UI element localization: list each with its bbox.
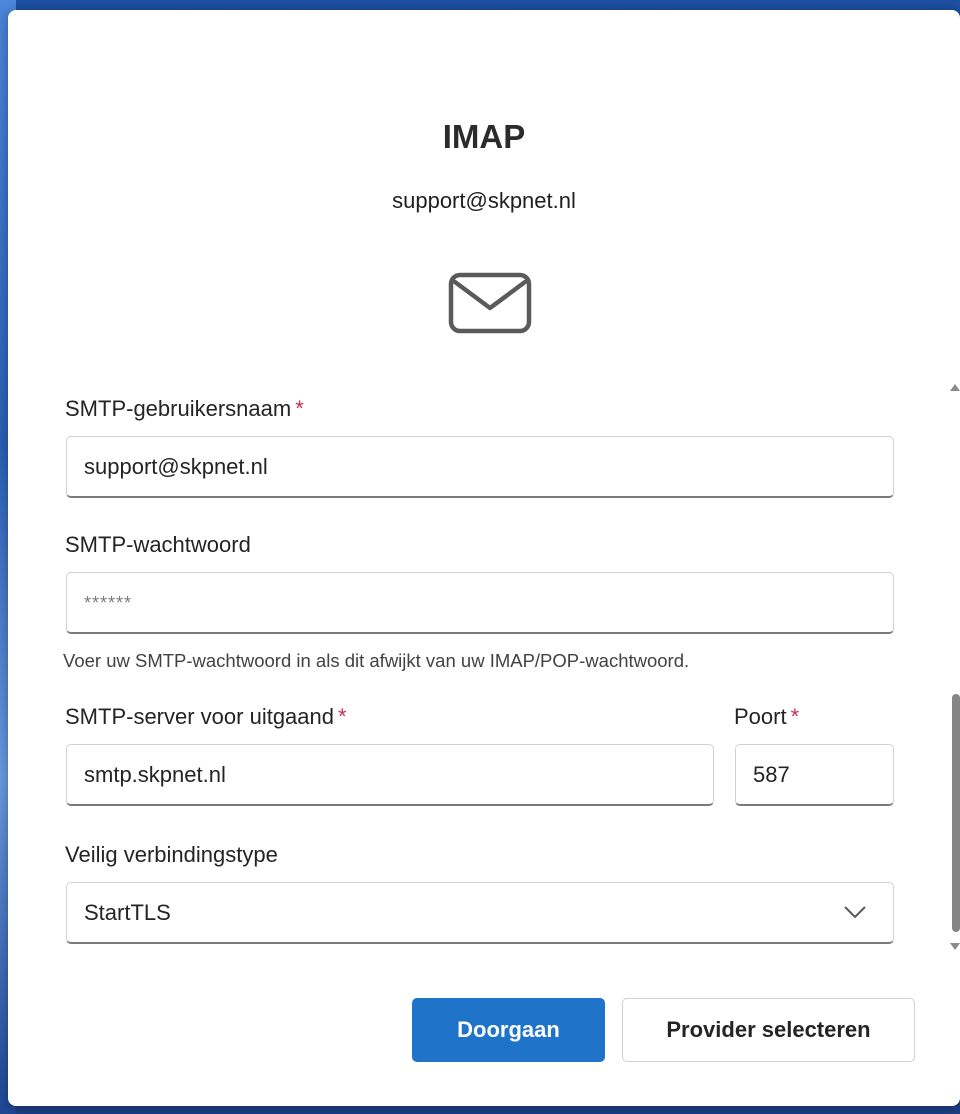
smtp-password-hint: Voer uw SMTP-wachtwoord in als dit afwij… — [63, 650, 690, 671]
select-provider-button[interactable]: Provider selecteren — [622, 998, 915, 1062]
security-type-select[interactable]: StartTLS — [66, 882, 894, 944]
form-scrollbar[interactable] — [944, 378, 960, 954]
smtp-username-value: support@skpnet.nl — [84, 454, 268, 479]
smtp-password-label: SMTP-wachtwoord — [65, 532, 251, 558]
port-input[interactable]: 587 — [735, 744, 894, 806]
port-label-text: Poort — [734, 704, 787, 729]
security-type-value: StartTLS — [84, 900, 171, 925]
scroll-up-arrow-icon[interactable] — [950, 384, 960, 391]
port-label: Poort * — [734, 704, 799, 730]
required-marker: * — [295, 396, 304, 421]
smtp-server-input[interactable]: smtp.skpnet.nl — [66, 744, 714, 806]
continue-button[interactable]: Doorgaan — [412, 998, 605, 1062]
mail-icon — [448, 272, 532, 334]
chevron-down-icon — [844, 906, 866, 919]
smtp-password-input[interactable]: ****** — [66, 572, 894, 634]
scrollbar-thumb[interactable] — [952, 694, 960, 932]
scroll-down-arrow-icon[interactable] — [950, 943, 960, 950]
port-value: 587 — [753, 762, 790, 787]
dialog-title: IMAP — [442, 118, 526, 155]
smtp-username-label: SMTP-gebruikersnaam * — [65, 396, 304, 422]
account-setup-dialog: IMAP support@skpnet.nl SMTP-gebruikersna… — [8, 10, 960, 1106]
smtp-server-label-text: SMTP-server voor uitgaand — [65, 704, 334, 729]
required-marker: * — [338, 704, 347, 729]
smtp-server-value: smtp.skpnet.nl — [84, 762, 226, 787]
required-marker: * — [790, 704, 800, 729]
account-email: support@skpnet.nl — [392, 188, 576, 213]
security-type-label-text: Veilig verbindingstype — [65, 842, 278, 867]
smtp-password-label-text: SMTP-wachtwoord — [65, 532, 251, 557]
security-type-label: Veilig verbindingstype — [65, 842, 278, 868]
smtp-server-label: SMTP-server voor uitgaand * — [65, 704, 347, 730]
smtp-username-input[interactable]: support@skpnet.nl — [66, 436, 894, 498]
smtp-password-value: ****** — [84, 593, 133, 613]
smtp-username-label-text: SMTP-gebruikersnaam — [65, 396, 292, 421]
